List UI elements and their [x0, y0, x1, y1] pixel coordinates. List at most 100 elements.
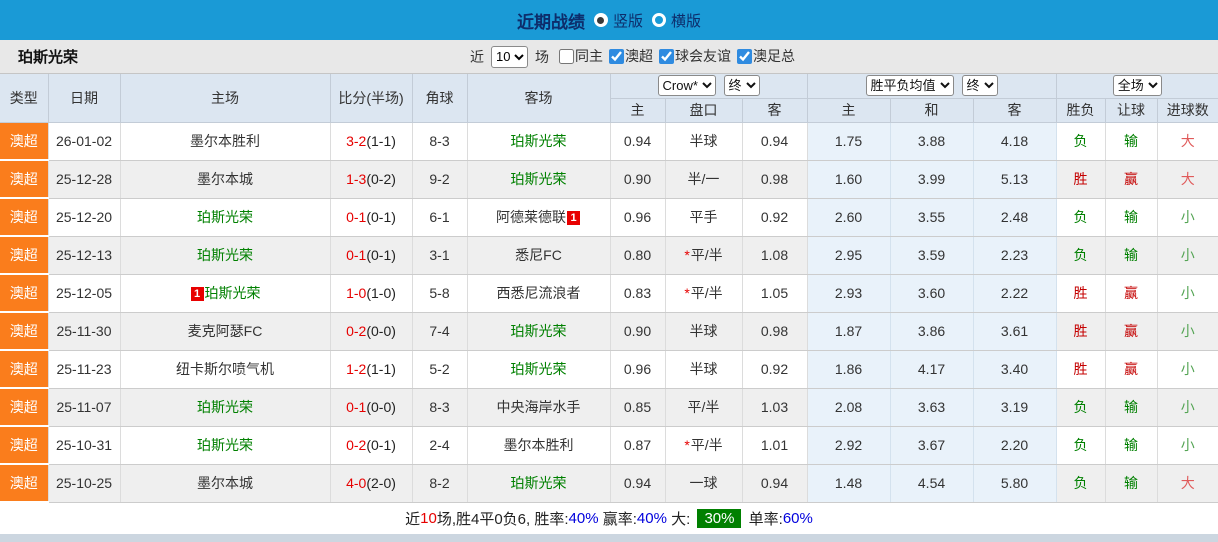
filter-checkbox-label-2[interactable]: 球会友谊: [675, 46, 731, 66]
filter-bar: 珀斯光荣 近 10 场 同主 澳超 球会友谊 澳足总: [0, 40, 1218, 74]
cell-league: 澳超: [0, 464, 49, 503]
cell-spread-result: 输: [1105, 388, 1158, 427]
team-name: 珀斯光荣: [510, 323, 567, 339]
cell-avg-home: 2.93: [807, 274, 891, 313]
filter-checkbox-3[interactable]: 澳足总: [737, 46, 795, 66]
filter-checkbox-0[interactable]: 同主: [559, 46, 603, 66]
odds-state-select[interactable]: 终: [723, 75, 760, 97]
recent-count-select[interactable]: 10: [491, 45, 528, 68]
cell-score: 1-3(0-2): [330, 160, 413, 199]
spread-rate: 40%: [636, 510, 667, 527]
sub-header-handicap: 盘口: [665, 98, 743, 123]
cell-avg-home: 1.75: [807, 122, 891, 161]
filter-checkbox-label-0[interactable]: 同主: [575, 46, 603, 66]
cell-home-team: 珀斯光荣: [120, 426, 331, 465]
cell-away-team: 墨尔本胜利: [467, 426, 611, 465]
vertical-radio-icon[interactable]: [593, 13, 608, 27]
cell-league: 澳超: [0, 160, 49, 199]
cell-avg-away: 3.61: [973, 312, 1057, 351]
unit-label: 场: [535, 48, 549, 65]
cell-away-team: 珀斯光荣: [467, 160, 611, 199]
cell-away-team: 悉尼FC: [467, 236, 611, 275]
layout-option-vertical[interactable]: 竖版: [593, 10, 643, 31]
filter-checkbox-2[interactable]: 球会友谊: [659, 46, 731, 66]
filter-checkbox-input-2[interactable]: [659, 48, 674, 64]
league-filters: 同主 澳超 球会友谊 澳足总: [553, 46, 795, 67]
results-body: 澳超 26-01-02 墨尔本胜利 3-2(1-1) 8-3 珀斯光荣 0.94 半球 0.94…: [0, 122, 1218, 503]
cell-home-team: 墨尔本城: [120, 160, 331, 199]
cell-away-team: 珀斯光荣: [467, 312, 611, 351]
cell-result: 负: [1056, 198, 1106, 237]
summary-part1: 近: [405, 511, 421, 528]
horizontal-radio-icon[interactable]: [652, 13, 666, 27]
layout-option-horizontal[interactable]: 横版: [652, 10, 701, 31]
cell-date: 25-12-28: [48, 160, 121, 199]
cell-odds-home: 0.90: [610, 160, 666, 199]
col-header-home: 主场: [120, 74, 331, 123]
cell-avg-away: 5.80: [973, 464, 1057, 503]
team-name: 阿德莱德联: [496, 209, 566, 225]
cell-odds-away: 0.92: [742, 198, 808, 237]
win-rate: 40%: [568, 510, 599, 527]
cell-avg-draw: 3.88: [890, 122, 974, 161]
cell-corner: 9-2: [412, 160, 468, 199]
summary-part5: 单率:: [744, 511, 783, 528]
cell-corner: 8-2: [412, 464, 468, 503]
cell-odds-home: 0.85: [610, 388, 666, 427]
filter-checkbox-1[interactable]: 澳超: [609, 46, 653, 66]
cell-goals: 小: [1157, 236, 1218, 275]
cell-handicap: 一球: [665, 464, 743, 503]
team-name: 珀斯光荣: [204, 285, 261, 301]
cell-avg-draw: 3.55: [890, 198, 974, 237]
cell-avg-draw: 3.60: [890, 274, 974, 313]
cell-score: 0-2(0-1): [330, 426, 413, 465]
cell-goals: 小: [1157, 274, 1218, 313]
vertical-radio-label[interactable]: 竖版: [613, 10, 643, 31]
cell-avg-draw: 3.99: [890, 160, 974, 199]
cell-result: 胜: [1056, 350, 1106, 389]
cell-avg-away: 2.22: [973, 274, 1057, 313]
filter-checkbox-input-0[interactable]: [559, 48, 574, 64]
cell-spread-result: 输: [1105, 198, 1158, 237]
table-row: 澳超 25-12-05 1 珀斯光荣 1-0(1-0) 5-8 西悉尼流浪者 0.83 *平/半…: [0, 274, 1218, 313]
team-name: 珀斯光荣: [197, 437, 253, 453]
cell-spread-result: 赢: [1105, 312, 1158, 351]
team-name: 珀斯光荣: [197, 209, 253, 225]
team-name: 西悉尼流浪者: [496, 285, 581, 301]
page-title: 近期战绩: [516, 12, 585, 32]
cell-score: 1-0(1-0): [330, 274, 413, 313]
cell-away-team: 中央海岸水手: [467, 388, 611, 427]
red-card-badge: 1: [567, 211, 580, 225]
avg-state-select[interactable]: 终: [961, 75, 998, 97]
cell-result: 负: [1056, 464, 1106, 503]
team-name: 墨尔本胜利: [190, 133, 260, 149]
table-row: 澳超 25-10-25 墨尔本城 4-0(2-0) 8-2 珀斯光荣 0.94 一球 0.94 1…: [0, 464, 1218, 503]
avg-group-header: 胜平负均值 终: [807, 74, 1057, 99]
horizontal-radio-label[interactable]: 横版: [671, 10, 701, 31]
filter-checkbox-label-3[interactable]: 澳足总: [753, 46, 795, 66]
filter-checkbox-input-3[interactable]: [737, 48, 752, 64]
team-name: 珀斯光荣: [197, 247, 253, 263]
cell-league: 澳超: [0, 236, 49, 275]
cell-home-team: 1 珀斯光荣: [120, 274, 331, 313]
cell-handicap: 半球: [665, 312, 743, 351]
filter-checkbox-input-1[interactable]: [609, 48, 624, 64]
col-header-away: 客场: [467, 74, 611, 123]
cell-date: 25-11-07: [48, 388, 121, 427]
cell-avg-away: 3.40: [973, 350, 1057, 389]
cell-home-team: 墨尔本城: [120, 464, 331, 503]
cell-league: 澳超: [0, 122, 49, 161]
table-row: 澳超 25-12-13 珀斯光荣 0-1(0-1) 3-1 悉尼FC 0.80 *平/半 1.0…: [0, 236, 1218, 275]
filter-checkbox-label-1[interactable]: 澳超: [625, 46, 653, 66]
recent-label: 近: [470, 48, 484, 65]
scope-select[interactable]: 全场: [1112, 75, 1162, 97]
avg-type-select[interactable]: 胜平负均值: [865, 75, 954, 97]
cell-avg-draw: 3.86: [890, 312, 974, 351]
cell-avg-home: 2.92: [807, 426, 891, 465]
cell-corner: 8-3: [412, 122, 468, 161]
odds-company-select[interactable]: Crow*: [657, 75, 716, 97]
cell-odds-home: 0.87: [610, 426, 666, 465]
summary-line: 近 10 场,胜4平0负6, 胜率: 40% 赢率: 40% 大: 30% 单率: 60%: [0, 503, 1218, 534]
cell-odds-away: 1.05: [742, 274, 808, 313]
cell-spread-result: 输: [1105, 236, 1158, 275]
